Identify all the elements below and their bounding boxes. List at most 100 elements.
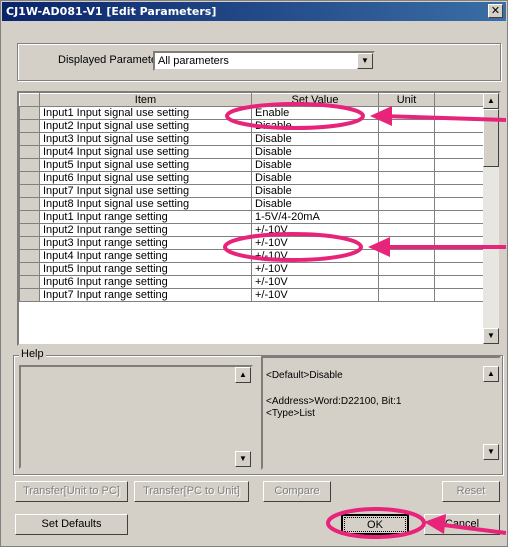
reset-button[interactable]: Reset	[442, 481, 500, 502]
table-row[interactable]: Input4 Input signal use setting Disable	[19, 145, 484, 159]
row-header	[19, 236, 40, 250]
help-label: Help	[19, 348, 46, 360]
set-value-cell[interactable]: Disable	[251, 197, 379, 211]
filler-cell	[434, 262, 484, 276]
ok-button[interactable]: OK	[341, 514, 409, 535]
displayed-parameter-label: Displayed Parameter	[58, 54, 161, 66]
table-row[interactable]: Input4 Input range setting +/-10V	[19, 249, 484, 263]
scroll-up-icon[interactable]: ▲	[483, 93, 499, 109]
set-value-cell[interactable]: Disable	[251, 119, 379, 133]
row-header	[19, 275, 40, 289]
scroll-thumb[interactable]	[483, 109, 499, 167]
set-value-cell[interactable]: +/-10V	[251, 236, 379, 250]
column-header-set-value[interactable]: Set Value	[251, 93, 379, 107]
compare-button[interactable]: Compare	[263, 481, 331, 502]
cancel-button[interactable]: Cancel	[424, 514, 500, 535]
set-value-cell[interactable]: +/-10V	[251, 275, 379, 289]
scroll-down-icon[interactable]: ▼	[235, 451, 251, 467]
set-value-cell[interactable]: Enable	[251, 106, 379, 120]
filler-cell	[434, 106, 484, 120]
item-cell: Input4 Input range setting	[39, 249, 252, 263]
column-header-item[interactable]: Item	[39, 93, 252, 107]
filler-cell	[434, 158, 484, 172]
row-header	[19, 132, 40, 146]
help-right-scrollbar[interactable]: ▲ ▼	[483, 358, 499, 468]
table-row[interactable]: Input5 Input range setting +/-10V	[19, 262, 484, 276]
filler-cell	[434, 171, 484, 185]
set-value-cell[interactable]: Disable	[251, 184, 379, 198]
row-header	[19, 184, 40, 198]
chevron-down-icon[interactable]: ▼	[357, 53, 373, 69]
item-cell: Input6 Input range setting	[39, 275, 252, 289]
unit-cell	[378, 236, 435, 250]
transfer-unit-to-pc-button[interactable]: Transfer[Unit to PC]	[15, 481, 128, 502]
set-value-cell[interactable]: Disable	[251, 158, 379, 172]
set-value-cell[interactable]: Disable	[251, 132, 379, 146]
set-value-cell[interactable]: +/-10V	[251, 262, 379, 276]
column-header-filler	[434, 93, 484, 107]
table-row[interactable]: Input5 Input signal use setting Disable	[19, 158, 484, 172]
item-cell: Input5 Input signal use setting	[39, 158, 252, 172]
set-value-cell[interactable]: Disable	[251, 171, 379, 185]
set-value-cell[interactable]: +/-10V	[251, 288, 379, 302]
help-default-text: <Default>Disable	[266, 370, 343, 381]
table-row[interactable]: Input6 Input signal use setting Disable	[19, 171, 484, 185]
set-value-cell[interactable]: +/-10V	[251, 223, 379, 237]
filler-cell	[434, 223, 484, 237]
scroll-up-icon[interactable]: ▲	[483, 366, 499, 382]
close-icon: ✕	[490, 4, 501, 17]
help-right-pane: <Default>Disable <Address>Word:D22100, B…	[261, 356, 501, 470]
row-header	[19, 210, 40, 224]
row-header	[19, 262, 40, 276]
unit-cell	[378, 249, 435, 263]
unit-cell	[378, 119, 435, 133]
help-left-scrollbar[interactable]: ▲ ▼	[235, 367, 251, 467]
table-row[interactable]: Input1 Input range setting 1-5V/4-20mA	[19, 210, 484, 224]
row-header	[19, 288, 40, 302]
unit-cell	[378, 288, 435, 302]
item-cell: Input7 Input signal use setting	[39, 184, 252, 198]
unit-cell	[378, 275, 435, 289]
displayed-parameter-select[interactable]: All parameters ▼	[153, 51, 375, 71]
item-cell: Input3 Input signal use setting	[39, 132, 252, 146]
transfer-pc-to-unit-button[interactable]: Transfer[PC to Unit]	[134, 481, 249, 502]
table-row[interactable]: Input1 Input signal use setting Enable	[19, 106, 484, 120]
unit-cell	[378, 171, 435, 185]
help-type-text: <Type>List	[266, 408, 315, 419]
scroll-down-icon[interactable]: ▼	[483, 328, 499, 344]
window-title: CJ1W-AD081-V1 [Edit Parameters]	[6, 5, 217, 18]
filler-cell	[434, 145, 484, 159]
row-header-corner	[19, 93, 40, 107]
item-cell: Input2 Input signal use setting	[39, 119, 252, 133]
scroll-down-icon[interactable]: ▼	[483, 444, 499, 460]
table-row[interactable]: Input3 Input signal use setting Disable	[19, 132, 484, 146]
item-cell: Input2 Input range setting	[39, 223, 252, 237]
table-row[interactable]: Input7 Input signal use setting Disable	[19, 184, 484, 198]
row-header	[19, 197, 40, 211]
table-row[interactable]: Input3 Input range setting +/-10V	[19, 236, 484, 250]
unit-cell	[378, 145, 435, 159]
unit-cell	[378, 210, 435, 224]
table-row[interactable]: Input2 Input range setting +/-10V	[19, 223, 484, 237]
filler-cell	[434, 275, 484, 289]
table-scrollbar[interactable]: ▲ ▼	[483, 93, 499, 344]
unit-cell	[378, 223, 435, 237]
column-header-unit[interactable]: Unit	[378, 93, 435, 107]
scroll-up-icon[interactable]: ▲	[235, 367, 251, 383]
set-defaults-button[interactable]: Set Defaults	[15, 514, 128, 535]
set-value-cell[interactable]: Disable	[251, 145, 379, 159]
unit-cell	[378, 158, 435, 172]
table-row[interactable]: Input8 Input signal use setting Disable	[19, 197, 484, 211]
close-button[interactable]: ✕	[488, 4, 503, 18]
filler-cell	[434, 119, 484, 133]
table-row[interactable]: Input6 Input range setting +/-10V	[19, 275, 484, 289]
table-row[interactable]: Input2 Input signal use setting Disable	[19, 119, 484, 133]
table-row[interactable]: Input7 Input range setting +/-10V	[19, 288, 484, 302]
row-header	[19, 145, 40, 159]
filler-cell	[434, 210, 484, 224]
set-value-cell[interactable]: 1-5V/4-20mA	[251, 210, 379, 224]
item-cell: Input1 Input range setting	[39, 210, 252, 224]
item-cell: Input6 Input signal use setting	[39, 171, 252, 185]
help-left-pane: ▲ ▼	[19, 365, 253, 469]
set-value-cell[interactable]: +/-10V	[251, 249, 379, 263]
